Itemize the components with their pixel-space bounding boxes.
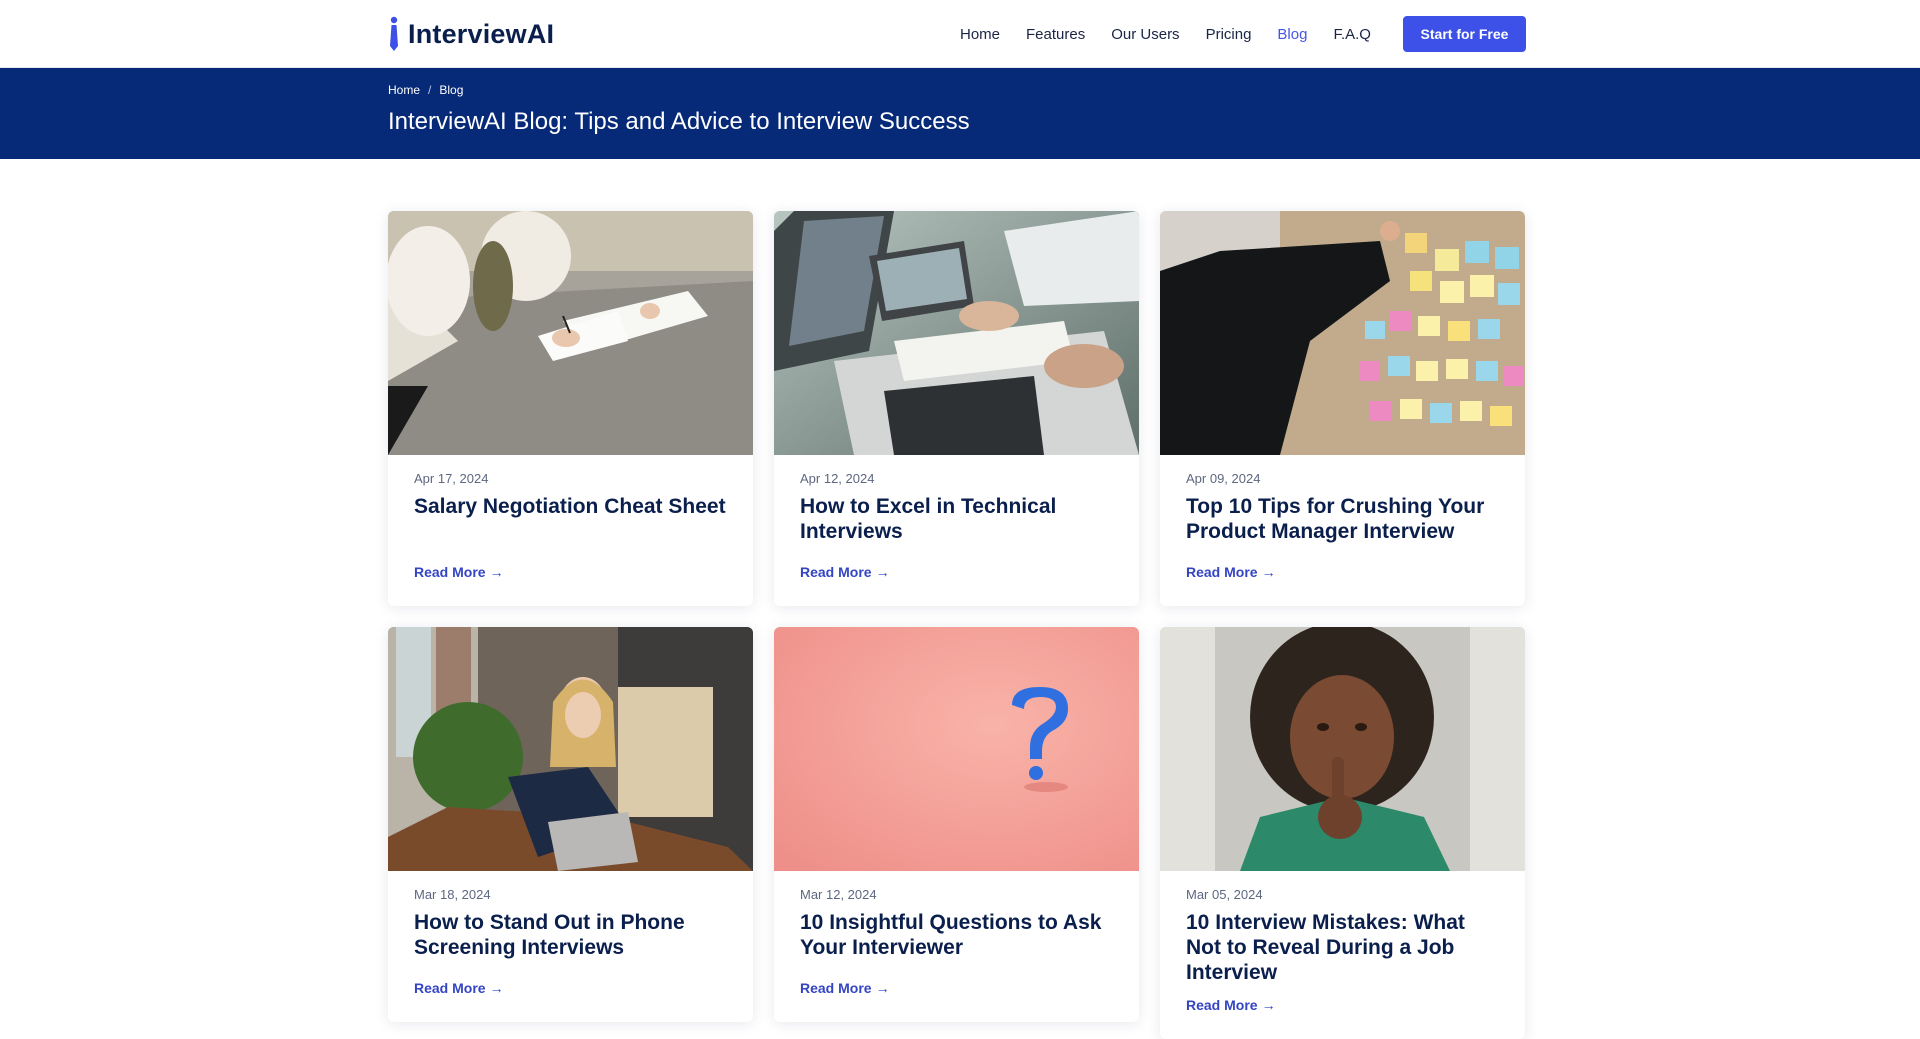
blog-card: Apr 12, 2024 How to Excel in Technical I…	[774, 211, 1139, 606]
nav-features[interactable]: Features	[1026, 26, 1085, 43]
post-date: Apr 17, 2024	[414, 471, 489, 486]
post-date: Apr 09, 2024	[1186, 471, 1261, 486]
post-title[interactable]: How to Stand Out in Phone Screening Inte…	[414, 910, 727, 960]
read-more-label: Read More	[414, 564, 486, 580]
read-more-label: Read More	[800, 564, 872, 580]
post-title[interactable]: How to Excel in Technical Interviews	[800, 494, 1113, 544]
blog-card: Mar 05, 2024 10 Interview Mistakes: What…	[1160, 627, 1525, 1039]
read-more-label: Read More	[414, 980, 486, 996]
post-date: Mar 18, 2024	[414, 887, 491, 902]
read-more-link[interactable]: Read More →	[800, 564, 890, 580]
read-more-link[interactable]: Read More →	[414, 564, 504, 580]
breadcrumb-home-link[interactable]: Home	[388, 83, 420, 97]
read-more-link[interactable]: Read More →	[1186, 564, 1276, 580]
post-date: Mar 12, 2024	[800, 887, 877, 902]
post-title[interactable]: Salary Negotiation Cheat Sheet	[414, 494, 727, 544]
post-title[interactable]: 10 Interview Mistakes: What Not to Revea…	[1186, 910, 1499, 985]
arrow-right-icon: →	[489, 564, 504, 580]
nav-our-users[interactable]: Our Users	[1111, 26, 1179, 43]
logo-link[interactable]: InterviewAI	[388, 14, 554, 54]
brand-name: InterviewAI	[408, 18, 555, 49]
people-signing-documents-image[interactable]	[388, 211, 753, 455]
blog-card: Mar 12, 2024 10 Insightful Questions to …	[774, 627, 1139, 1022]
main-nav: Home Features Our Users Pricing Blog F.A…	[960, 0, 1397, 68]
sticky-notes-board-image[interactable]	[1160, 211, 1525, 455]
breadcrumb-current: Blog	[439, 83, 464, 97]
nav-faq[interactable]: F.A.Q	[1333, 26, 1371, 43]
post-date: Apr 12, 2024	[800, 471, 875, 486]
arrow-right-icon: →	[1261, 997, 1276, 1013]
arrow-right-icon: →	[1261, 564, 1276, 580]
tie-logo-icon	[388, 16, 400, 52]
read-more-label: Read More	[1186, 997, 1258, 1013]
laptop-notes-image[interactable]	[774, 211, 1139, 455]
read-more-label: Read More	[800, 980, 872, 996]
question-mark-image[interactable]	[774, 627, 1139, 871]
blog-card: Mar 18, 2024 How to Stand Out in Phone S…	[388, 627, 753, 1022]
start-for-free-button[interactable]: Start for Free	[1403, 16, 1526, 52]
nav-blog[interactable]: Blog	[1277, 26, 1307, 43]
post-title[interactable]: 10 Insightful Questions to Ask Your Inte…	[800, 910, 1113, 960]
top-navbar: InterviewAI Home Features Our Users Pric…	[0, 0, 1920, 68]
read-more-label: Read More	[1186, 564, 1258, 580]
breadcrumb: Home / Blog	[388, 83, 463, 97]
read-more-link[interactable]: Read More →	[1186, 997, 1276, 1013]
nav-pricing[interactable]: Pricing	[1206, 26, 1252, 43]
arrow-right-icon: →	[875, 564, 890, 580]
read-more-link[interactable]: Read More →	[800, 980, 890, 996]
post-title[interactable]: Top 10 Tips for Crushing Your Product Ma…	[1186, 494, 1499, 544]
breadcrumb-separator: /	[428, 83, 432, 97]
woman-shush-image[interactable]	[1160, 627, 1525, 871]
read-more-link[interactable]: Read More →	[414, 980, 504, 996]
nav-home[interactable]: Home	[960, 26, 1000, 43]
post-date: Mar 05, 2024	[1186, 887, 1263, 902]
page-title: InterviewAI Blog: Tips and Advice to Int…	[388, 108, 970, 135]
arrow-right-icon: →	[875, 980, 890, 996]
arrow-right-icon: →	[489, 980, 504, 996]
woman-on-phone-image[interactable]	[388, 627, 753, 871]
blog-card: Apr 17, 2024 Salary Negotiation Cheat Sh…	[388, 211, 753, 606]
blog-card: Apr 09, 2024 Top 10 Tips for Crushing Yo…	[1160, 211, 1525, 606]
